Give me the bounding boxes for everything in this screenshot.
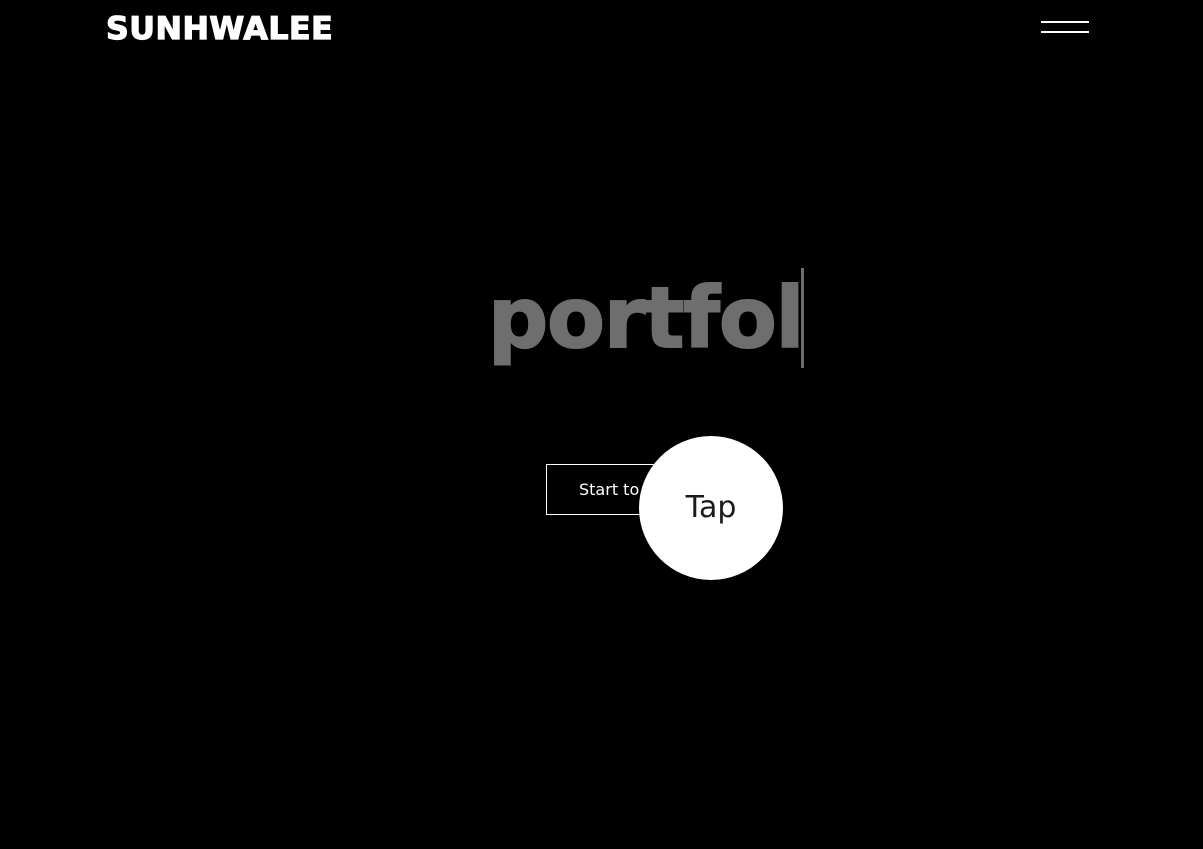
tap-cursor-button[interactable]: Tap	[639, 436, 783, 580]
site-logo[interactable]: SUNHWALEE	[105, 11, 333, 46]
tap-label: Tap	[685, 490, 737, 525]
hamburger-menu-icon[interactable]	[1040, 18, 1090, 38]
start-button-label: Start to	[579, 480, 640, 499]
text-caret-icon	[801, 268, 805, 368]
menu-line-top	[1041, 21, 1089, 23]
menu-line-bottom	[1041, 31, 1089, 33]
hero-word: portfol	[487, 268, 805, 368]
hero-typing-text: portfol	[487, 268, 805, 368]
